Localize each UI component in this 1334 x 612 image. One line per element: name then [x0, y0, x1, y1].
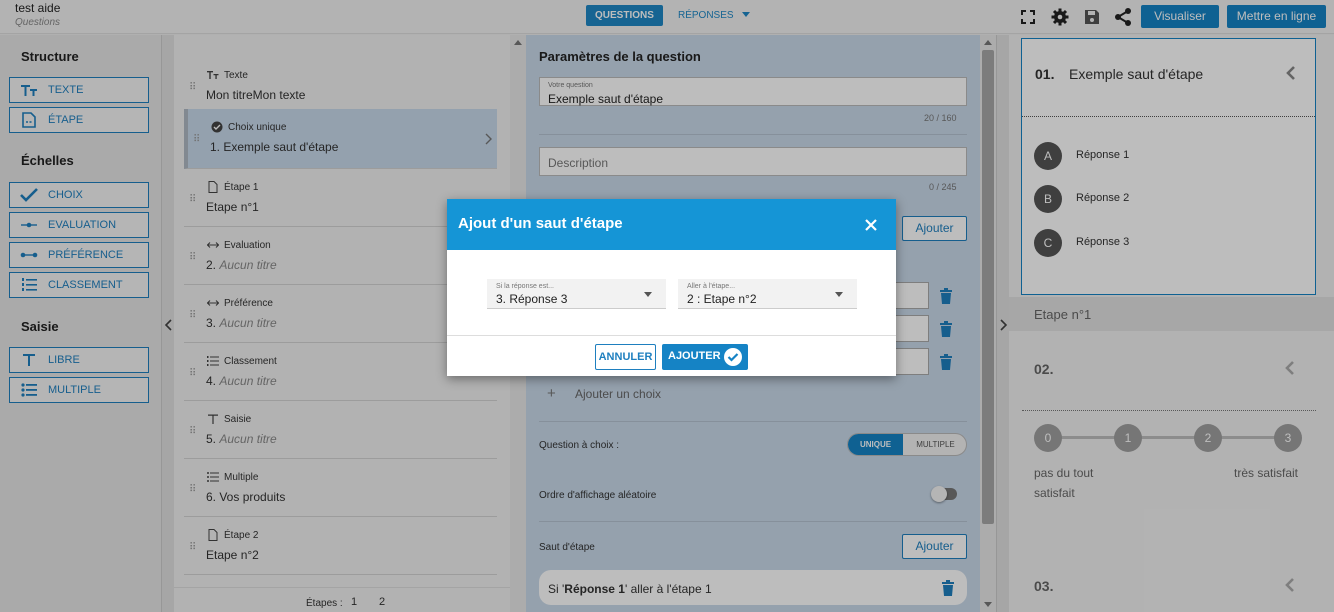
check-circle-icon: [724, 348, 742, 366]
dialog-header: Ajout d'un saut d'étape: [447, 199, 896, 250]
cancel-button[interactable]: ANNULER: [595, 344, 656, 370]
add-button[interactable]: AJOUTER: [662, 344, 748, 370]
divider: [447, 335, 896, 336]
answer-select-value: 3. Réponse 3: [496, 292, 568, 306]
dialog-title: Ajout d'un saut d'étape: [458, 215, 623, 232]
target-step-select[interactable]: Aller à l'étape... 2 : Etape n°2: [678, 279, 857, 309]
close-icon[interactable]: [861, 215, 881, 235]
target-step-value: 2 : Etape n°2: [687, 292, 757, 306]
dropdown-arrow-icon: [644, 292, 652, 297]
answer-select-label: Si la réponse est...: [496, 283, 554, 290]
add-button-label: AJOUTER: [668, 350, 721, 362]
answer-select[interactable]: Si la réponse est... 3. Réponse 3: [487, 279, 666, 309]
add-step-skip-dialog: Ajout d'un saut d'étape Si la réponse es…: [447, 199, 896, 376]
dropdown-arrow-icon: [835, 292, 843, 297]
target-step-label: Aller à l'étape...: [687, 283, 736, 290]
